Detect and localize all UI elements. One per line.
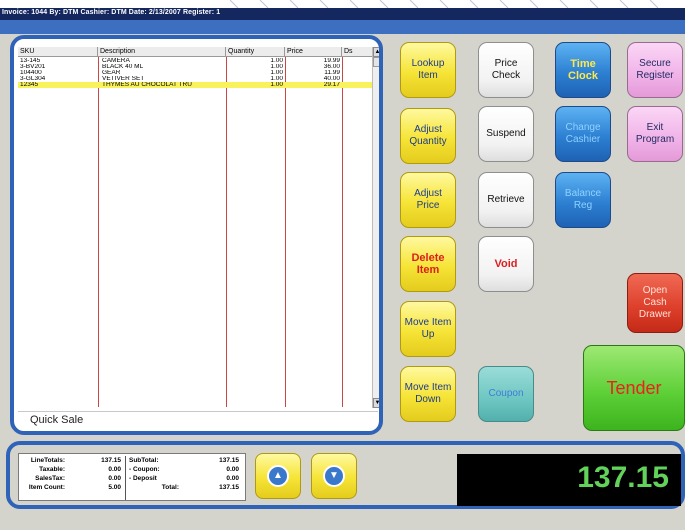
item-count-label: Item Count:	[28, 484, 65, 491]
coupon-value: 0.00	[226, 466, 239, 473]
total-display: 137.15	[457, 454, 681, 506]
column-header-description[interactable]: Description	[98, 47, 226, 57]
tender-button[interactable]: Tender	[583, 345, 685, 431]
open-cash-drawer-button[interactable]: Open Cash Drawer	[627, 273, 683, 333]
suspend-button[interactable]: Suspend	[478, 106, 534, 162]
price-check-button[interactable]: Price Check	[478, 42, 534, 98]
deposit-label: - Deposit	[129, 475, 157, 482]
balance-register-button[interactable]: Balance Reg	[555, 172, 611, 228]
taxable-value: 0.00	[108, 466, 121, 473]
column-divider	[226, 57, 227, 407]
adjust-quantity-button[interactable]: Adjust Quantity	[400, 108, 456, 164]
lookup-item-button[interactable]: Lookup Item	[400, 42, 456, 98]
item-list-panel: SKU Description Quantity Price Ds 13-145…	[10, 35, 383, 435]
scroll-down-arrow-icon[interactable]: ▼	[373, 398, 379, 408]
column-header-price[interactable]: Price	[285, 47, 342, 57]
column-divider	[98, 57, 99, 407]
quick-sale-bar: Quick Sale	[18, 411, 378, 429]
column-header-discount[interactable]: Ds	[342, 47, 372, 57]
deposit-value: 0.00	[226, 475, 239, 482]
void-button[interactable]: Void	[478, 236, 534, 292]
move-item-up-button[interactable]: Move Item Up	[400, 301, 456, 357]
sales-tax-value: 0.00	[108, 475, 121, 482]
exit-program-button[interactable]: Exit Program	[627, 106, 683, 162]
move-down-button[interactable]: ▼	[311, 453, 357, 499]
invoice-title: Invoice: 1044 By: DTM Cashier: DTM Date:…	[2, 9, 221, 16]
table-row-selected[interactable]: 12345 THYMES AU CHOCOLAT TRU 1.00 29.17	[18, 82, 372, 88]
coupon-button[interactable]: Coupon	[478, 366, 534, 422]
sku-cell: 12345	[20, 82, 39, 88]
line-totals-label: LineTotals:	[30, 457, 65, 464]
adjust-price-button[interactable]: Adjust Price	[400, 172, 456, 228]
coupon-label: - Coupon:	[129, 466, 160, 473]
subtotal-value: 137.15	[219, 457, 239, 464]
move-item-down-button[interactable]: Move Item Down	[400, 366, 456, 422]
item-list-header: SKU Description Quantity Price Ds	[18, 47, 372, 57]
totals-divider	[125, 456, 126, 500]
total-value: 137.15	[219, 484, 239, 491]
taxable-label: Taxable:	[39, 466, 65, 473]
time-clock-button[interactable]: Time Clock	[555, 42, 611, 98]
secure-register-button[interactable]: Secure Register	[627, 42, 683, 98]
subtotal-label: SubTotal:	[129, 457, 159, 464]
column-header-sku[interactable]: SKU	[18, 47, 98, 57]
up-arrow-icon: ▲	[267, 465, 289, 487]
totals-panel: LineTotals: 137.15 Taxable: 0.00 SalesTa…	[6, 441, 685, 509]
column-divider	[285, 57, 286, 407]
total-label: Total:	[161, 484, 179, 491]
item-list[interactable]: SKU Description Quantity Price Ds 13-145…	[18, 47, 372, 407]
quantity-cell: 1.00	[270, 82, 283, 88]
item-list-scrollbar[interactable]: ▲ ▼	[372, 47, 379, 408]
description-cell: THYMES AU CHOCOLAT TRU	[102, 82, 192, 88]
column-divider	[342, 57, 343, 407]
quick-sale-label: Quick Sale	[30, 414, 84, 426]
header-band	[0, 20, 685, 34]
sales-tax-label: SalesTax:	[35, 475, 65, 482]
line-totals-value: 137.15	[101, 457, 121, 464]
down-arrow-icon: ▼	[323, 465, 345, 487]
grand-total-display: 137.15	[577, 461, 669, 494]
retrieve-button[interactable]: Retrieve	[478, 172, 534, 228]
scroll-thumb[interactable]	[373, 57, 379, 67]
totals-summary: LineTotals: 137.15 Taxable: 0.00 SalesTa…	[18, 453, 246, 501]
price-cell: 29.17	[323, 82, 340, 88]
change-cashier-button[interactable]: Change Cashier	[555, 106, 611, 162]
move-up-button[interactable]: ▲	[255, 453, 301, 499]
column-header-quantity[interactable]: Quantity	[226, 47, 285, 57]
delete-item-button[interactable]: Delete Item	[400, 236, 456, 292]
item-count-value: 5.00	[108, 484, 121, 491]
scroll-up-arrow-icon[interactable]: ▲	[373, 47, 379, 57]
